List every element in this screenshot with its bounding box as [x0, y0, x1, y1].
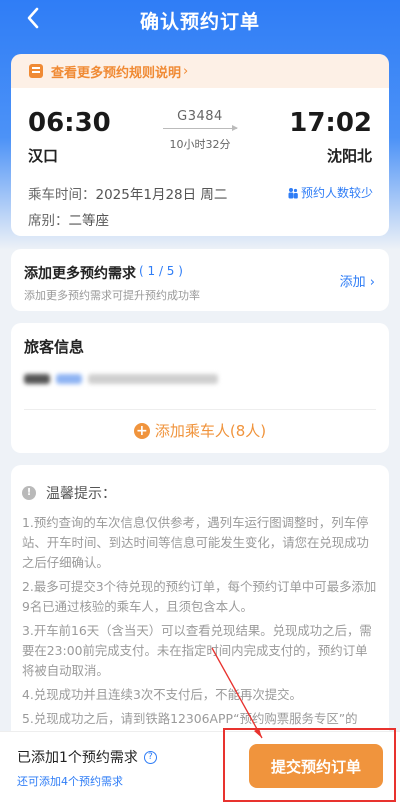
document-icon — [29, 64, 43, 78]
passenger-section-title: 旅客信息 — [24, 338, 85, 356]
seat-label: 席别： — [28, 213, 69, 229]
plus-icon: + — [133, 422, 150, 439]
redacted-tag — [56, 374, 82, 384]
tip-item: 4.兑现成功并且连续3次不支付后，不能再次提交。 — [22, 687, 302, 702]
few-passengers-badge: 预约人数较少 — [287, 184, 373, 201]
divider — [24, 409, 376, 410]
tips-title: 温馨提示： — [46, 486, 116, 502]
tips-header: ! 温馨提示： — [22, 483, 116, 503]
added-needs-text: 已添加1个预约需求 — [17, 750, 138, 766]
chevron-left-icon[interactable] — [22, 4, 46, 32]
submit-order-button[interactable]: 提交预约订单 — [249, 744, 383, 788]
rules-banner[interactable]: 查看更多预约规则说明 › — [11, 54, 389, 88]
passenger-card: 旅客信息 + 添加乘车人(8人) — [11, 323, 389, 453]
add-passenger-label: 添加乘车人(8人) — [154, 422, 267, 440]
arrival-station: 沈阳北 — [326, 147, 372, 165]
help-icon[interactable]: ? — [143, 750, 157, 764]
ride-time-row: 乘车时间：2025年1月28日 周二 — [28, 183, 227, 203]
rules-banner-text: 查看更多预约规则说明 — [51, 65, 182, 81]
tip-item: 3.开车前16天（含当天）可以查看兑现结果。兑现成功之后，需要在23:00前完成… — [22, 623, 372, 678]
needs-subtitle: 添加更多预约需求可提升预约成功率 — [24, 289, 200, 302]
remaining-needs-text: 还可添加4个预约需求 — [17, 775, 123, 788]
add-needs-card[interactable]: 添加更多预约需求 ( 1 / 5 ) 添加更多预约需求可提升预约成功率 添加 › — [11, 249, 389, 311]
few-passengers-text: 预约人数较少 — [300, 186, 373, 200]
tips-card: ! 温馨提示： 1.预约查询的车次信息仅供参考，遇列车运行图调整时，列车停站、开… — [11, 465, 389, 731]
ride-time-value: 2025年1月28日 周二 — [95, 187, 228, 203]
nav-bar: 确认预约订单 — [0, 0, 400, 40]
redacted-name — [24, 374, 50, 384]
tip-item: 5.兑现成功之后，请到铁路12306APP“预约购票服务专区”的 — [22, 711, 358, 726]
tips-list: 1.预约查询的车次信息仅供参考，遇列车运行图调整时，列车停站、开车时间、到达时间… — [22, 513, 377, 733]
train-number: G3484 — [177, 109, 223, 124]
info-icon: ! — [22, 486, 36, 500]
add-need-label: 添加 — [339, 275, 366, 290]
tip-item: 1.预约查询的车次信息仅供参考，遇列车运行图调整时，列车停站、开车时间、到达时间… — [22, 515, 369, 570]
chevron-right-icon: › — [369, 275, 375, 290]
chevron-right-icon: › — [183, 63, 189, 79]
passenger-row[interactable] — [24, 371, 218, 387]
seat-row: 席别：二等座 — [28, 209, 109, 229]
add-need-button[interactable]: 添加 › — [340, 271, 375, 290]
redacted-id-number — [88, 374, 218, 384]
seat-value: 二等座 — [68, 213, 110, 229]
departure-station: 汉口 — [28, 147, 59, 165]
train-info-card: 06:30 17:02 G3484 10小时32分 汉口 沈阳北 乘车时间：20… — [11, 88, 389, 236]
page-title: 确认预约订单 — [139, 10, 260, 33]
ride-time-label: 乘车时间： — [28, 187, 96, 203]
route-arrow-icon — [163, 125, 238, 131]
added-needs-status: 已添加1个预约需求 ? — [17, 747, 157, 767]
needs-title: 添加更多预约需求 — [24, 266, 136, 282]
add-passenger-button[interactable]: + 添加乘车人(8人) — [11, 420, 389, 441]
people-icon — [288, 187, 298, 198]
needs-count: ( 1 / 5 ) — [139, 264, 183, 278]
tip-item: 2.最多可提交3个待兑现的预约订单，每个预约订单中可最多添加9名已通过核验的乘车… — [22, 579, 377, 614]
